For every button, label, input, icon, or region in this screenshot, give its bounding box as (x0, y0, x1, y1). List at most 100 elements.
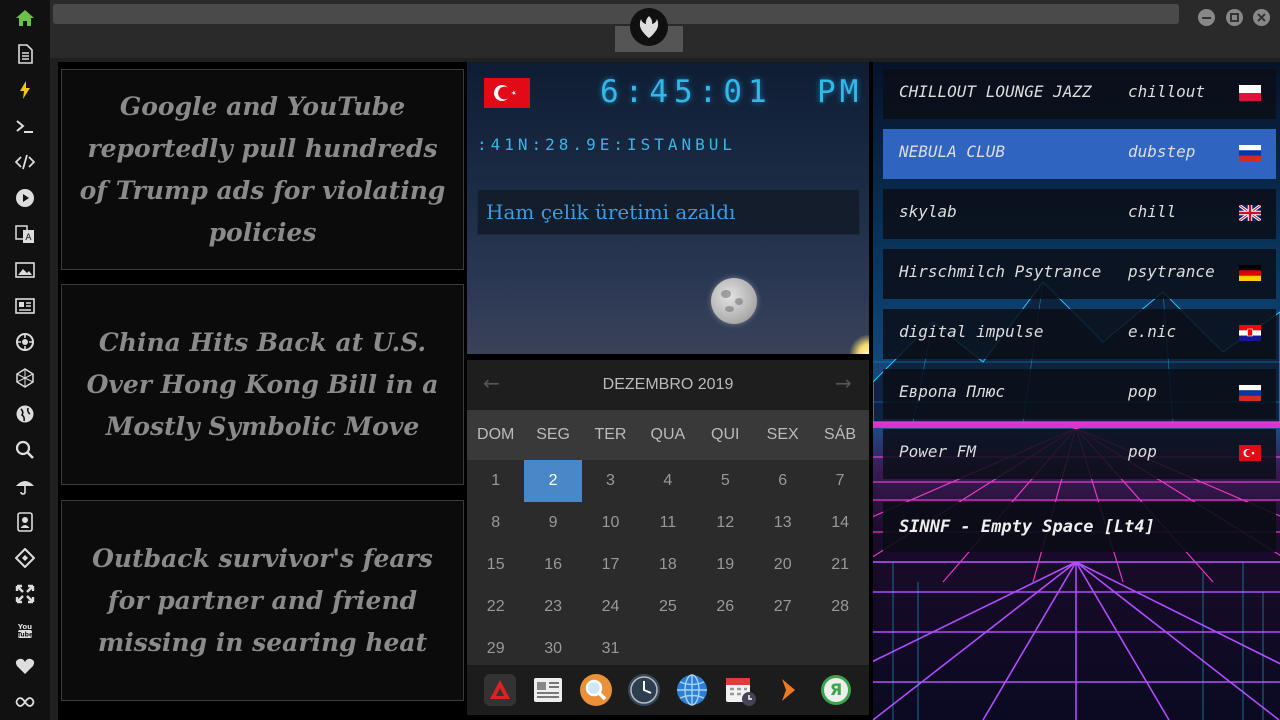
svg-text:A: A (25, 233, 32, 243)
image-icon[interactable] (13, 258, 37, 282)
station-row[interactable]: NEBULA CLUB dubstep (883, 129, 1276, 179)
station-row[interactable]: Hirschmilch Psytrance psytrance (883, 249, 1276, 299)
calendar-day[interactable]: 16 (524, 544, 581, 586)
close-button[interactable] (1253, 9, 1270, 26)
calendar-day[interactable]: 14 (811, 502, 868, 544)
sidebar: A You Tube (0, 0, 50, 720)
calendar-day[interactable]: 3 (582, 460, 639, 502)
news-card[interactable]: Google and YouTube reportedly pull hundr… (61, 69, 464, 270)
calendar-day[interactable]: 27 (754, 586, 811, 628)
uk-flag-icon (1239, 205, 1261, 221)
station-genre: pop (1128, 382, 1157, 401)
calendar-day[interactable]: 12 (697, 502, 754, 544)
calendar-day[interactable]: 4 (639, 460, 696, 502)
main-area: Google and YouTube reportedly pull hundr… (58, 62, 1280, 720)
world-clock-widget: 6:45:01 PM :41N:28.9E:ISTANBUL Ham çelik… (467, 62, 869, 354)
now-playing-track[interactable]: SINNF - Empty Space [Lt4] (883, 502, 1276, 552)
address-bar[interactable] (53, 4, 1179, 24)
calendar-day[interactable]: 31 (582, 628, 639, 670)
calendar-day-selected[interactable]: 2 (524, 460, 582, 502)
home-icon[interactable] (13, 6, 37, 30)
tag-icon[interactable] (13, 546, 37, 570)
translate-icon[interactable]: A (13, 222, 37, 246)
calendar-day[interactable]: 25 (639, 586, 696, 628)
calendar-day[interactable]: 13 (754, 502, 811, 544)
globe-icon[interactable] (13, 402, 37, 426)
document-icon[interactable] (13, 42, 37, 66)
clock-app-icon[interactable] (627, 673, 661, 707)
calendar-day[interactable]: 18 (639, 544, 696, 586)
expand-icon[interactable] (13, 582, 37, 606)
poland-flag-icon (1239, 85, 1261, 101)
station-row[interactable]: skylab chill (883, 189, 1276, 239)
contacts-icon[interactable] (13, 510, 37, 534)
calendar-day[interactable]: 20 (754, 544, 811, 586)
calendar-day[interactable]: 1 (467, 460, 524, 502)
calendar-day[interactable]: 7 (811, 460, 868, 502)
calendar-day[interactable]: 26 (697, 586, 754, 628)
news-icon[interactable] (13, 294, 37, 318)
station-row[interactable]: digital impulse e.nic (883, 309, 1276, 359)
calendar-day[interactable]: 29 (467, 628, 524, 670)
turkey-flag-icon (484, 78, 530, 108)
youtube-icon[interactable]: You Tube (13, 618, 37, 642)
minimize-button[interactable] (1198, 9, 1215, 26)
calendar-day[interactable]: 17 (582, 544, 639, 586)
station-row[interactable]: Европа Плюс pop (883, 369, 1276, 419)
station-genre: chillout (1128, 82, 1206, 101)
clock-location: :41N:28.9E:ISTANBUL (477, 135, 737, 154)
station-name: CHILLOUT LOUNGE JAZZ (899, 82, 1092, 101)
station-row[interactable]: Power FM pop (883, 429, 1276, 479)
weekday-label: DOM (477, 426, 515, 443)
calendar-day[interactable]: 30 (524, 628, 581, 670)
launcher-icon[interactable] (483, 673, 517, 707)
umbrella-icon[interactable] (13, 474, 37, 498)
infinity-icon[interactable] (13, 690, 37, 714)
lightning-icon[interactable] (13, 78, 37, 102)
calendar-day[interactable]: 8 (467, 502, 524, 544)
heart-icon[interactable] (13, 654, 37, 678)
calendar-day[interactable]: 10 (582, 502, 639, 544)
russia-flag-icon (1239, 385, 1261, 401)
station-name: digital impulse (899, 322, 1044, 341)
yandex-icon[interactable]: Я (819, 673, 853, 707)
code-icon[interactable] (13, 150, 37, 174)
globe-app-icon[interactable] (675, 673, 709, 707)
russia-flag-icon (1239, 145, 1261, 161)
weekday-label: QUI (711, 426, 740, 443)
calendar-day[interactable]: 9 (524, 502, 581, 544)
station-name: NEBULA CLUB (899, 142, 1005, 161)
station-row[interactable]: CHILLOUT LOUNGE JAZZ chillout (883, 69, 1276, 119)
news-app-icon[interactable] (531, 673, 565, 707)
news-card[interactable]: China Hits Back at U.S. Over Hong Kong B… (61, 284, 464, 485)
network-icon[interactable] (13, 366, 37, 390)
calendar-day[interactable]: 19 (697, 544, 754, 586)
maximize-button[interactable] (1226, 9, 1243, 26)
turkey-flag-icon (1239, 445, 1261, 461)
news-headline: Outback survivor's fears for partner and… (92, 543, 433, 657)
rebel-logo-icon[interactable] (630, 8, 668, 46)
calendar-day[interactable]: 15 (467, 544, 524, 586)
clock-headline-box[interactable]: Ham çelik üretimi azaldı (477, 189, 860, 235)
calendar-app-icon[interactable] (723, 673, 757, 707)
calendar-day[interactable]: 21 (811, 544, 868, 586)
forward-arrow-icon[interactable] (771, 673, 805, 707)
calendar-day[interactable]: 11 (639, 502, 696, 544)
calendar-day[interactable]: 23 (524, 586, 581, 628)
calendar-day[interactable]: 22 (467, 586, 524, 628)
clock-headline: Ham çelik üretimi azaldı (486, 200, 736, 224)
settings-icon[interactable] (13, 330, 37, 354)
svg-text:You: You (17, 623, 32, 631)
terminal-icon[interactable] (13, 114, 37, 138)
calendar-day[interactable]: 6 (754, 460, 811, 502)
calendar-day[interactable]: 28 (811, 586, 868, 628)
calendar-day[interactable]: 5 (697, 460, 754, 502)
search-icon[interactable] (13, 438, 37, 462)
calendar-day[interactable]: 24 (582, 586, 639, 628)
magnifier-icon[interactable] (579, 673, 613, 707)
news-card[interactable]: Outback survivor's fears for partner and… (61, 500, 464, 701)
weekday-label: SEX (766, 426, 799, 443)
calendar-weekdays: DOM SEG TER QUA QUI SEX SÁB (467, 410, 869, 460)
calendar-next-button[interactable]: → (835, 371, 852, 395)
play-icon[interactable] (13, 186, 37, 210)
